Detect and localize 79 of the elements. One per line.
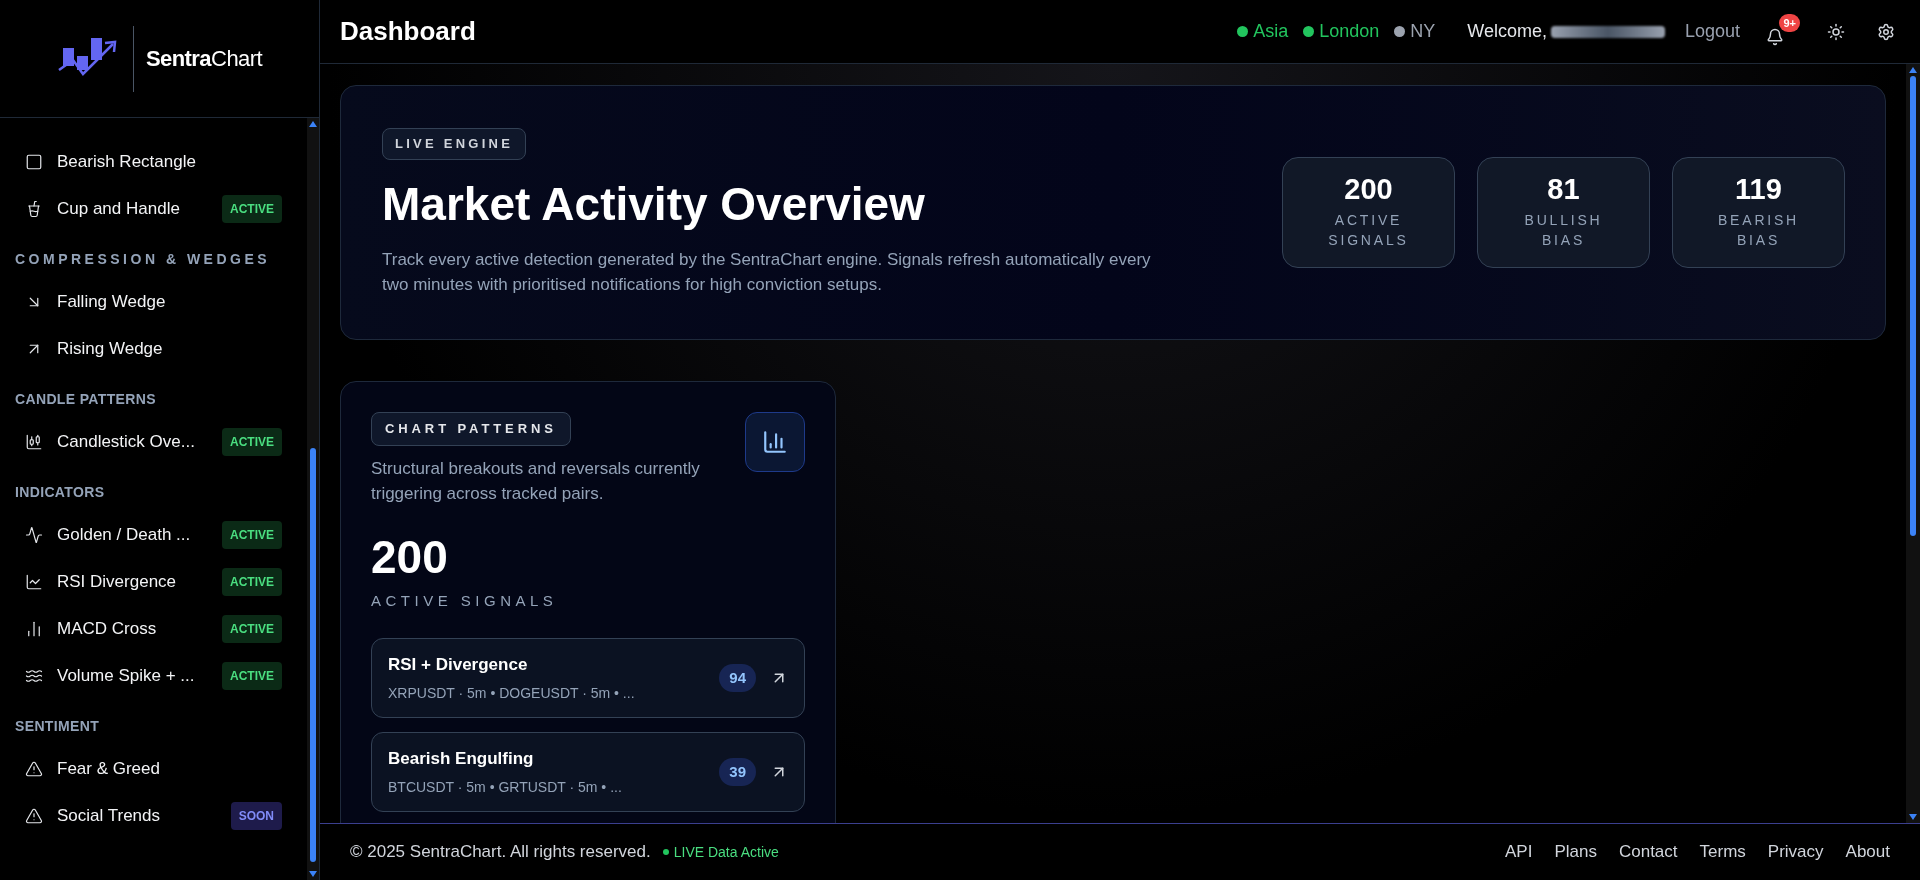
sun-icon bbox=[1827, 22, 1845, 41]
footer-link[interactable]: API bbox=[1505, 839, 1533, 865]
signal-row[interactable]: Bearish Engulfing BTCUSDT · 5m • GRTUSDT · 5m • ... 39 bbox=[371, 732, 805, 812]
sidebar-item[interactable]: MACD Cross ACTIVE bbox=[15, 605, 292, 652]
welcome-text: Welcome, bbox=[1467, 20, 1547, 43]
cup-icon bbox=[25, 199, 43, 218]
scroll-up-icon[interactable] bbox=[1909, 67, 1917, 73]
line-chart-icon bbox=[25, 572, 43, 591]
section-heading: CANDLE PATTERNS bbox=[15, 390, 156, 409]
signal-count-badge: 39 bbox=[719, 757, 756, 787]
session-label: London bbox=[1319, 20, 1380, 43]
session-label: Asia bbox=[1253, 20, 1289, 43]
settings-icon bbox=[1877, 22, 1895, 41]
sidebar-item[interactable]: RSI Divergence ACTIVE bbox=[15, 558, 292, 605]
stat-value: 119 bbox=[1735, 175, 1782, 204]
scroll-down-icon[interactable] bbox=[309, 871, 317, 877]
stat-label: BEARISH BIAS bbox=[1716, 211, 1801, 250]
signal-pairs: XRPUSDT · 5m • DOGEUSDT · 5m • ... bbox=[388, 684, 636, 704]
notification-count: 9+ bbox=[1779, 13, 1800, 32]
warning-icon bbox=[25, 806, 43, 825]
footer-link[interactable]: About bbox=[1845, 839, 1890, 865]
sidebar-item[interactable]: Candlestick Ove... ACTIVE bbox=[15, 418, 292, 465]
status-badge: ACTIVE bbox=[222, 520, 282, 549]
signal-row[interactable]: RSI + Divergence XRPUSDT · 5m • DOGEUSDT · 5m • ... 94 bbox=[371, 638, 805, 718]
chart-button[interactable] bbox=[745, 412, 805, 472]
status-badge: ACTIVE bbox=[222, 194, 282, 223]
brand-name: SentraChart bbox=[145, 45, 263, 73]
signal-count-badge: 94 bbox=[719, 663, 756, 693]
stat-value: 81 bbox=[1547, 175, 1580, 204]
live-status: LIVE Data Active bbox=[673, 842, 779, 862]
signal-pairs: BTCUSDT · 5m • GRTUSDT · 5m • ... bbox=[388, 778, 623, 798]
footer-link[interactable]: Contact bbox=[1618, 839, 1678, 865]
scrollbar-thumb[interactable] bbox=[1910, 76, 1916, 536]
section-heading: COMPRESSION & WEDGES bbox=[15, 250, 271, 269]
sidebar-item[interactable]: Volume Spike + ... ACTIVE bbox=[15, 652, 292, 699]
scrollbar-thumb[interactable] bbox=[310, 448, 316, 862]
sidebar-item[interactable]: Bearish Rectangle bbox=[15, 138, 292, 185]
status-badge: ACTIVE bbox=[222, 567, 282, 596]
hero-description: Track every active detection generated by the SentraChart engine. Signals refresh automatically every two minutes with prioritised notifications for high conviction setups. bbox=[382, 249, 1152, 296]
footer-link[interactable]: Privacy bbox=[1767, 839, 1824, 865]
warning-icon bbox=[25, 759, 43, 778]
sidebar-item[interactable]: Fear & Greed bbox=[15, 745, 292, 792]
signal-count: 200 bbox=[371, 533, 449, 580]
signal-name: Bearish Engulfing bbox=[388, 747, 535, 770]
scroll-down-icon[interactable] bbox=[1909, 814, 1917, 820]
sidebar-item[interactable]: Cup and Handle ACTIVE bbox=[15, 185, 292, 232]
footer-link[interactable]: Terms bbox=[1699, 839, 1746, 865]
live-engine-pill: LIVE ENGINE bbox=[382, 128, 527, 160]
chart-patterns-pill: CHART PATTERNS bbox=[371, 412, 571, 446]
page-title: Dashboard bbox=[340, 15, 476, 48]
status-badge: ACTIVE bbox=[222, 614, 282, 643]
card-description: Structural breakouts and reversals currently triggering across tracked pairs. bbox=[371, 457, 701, 505]
square-icon bbox=[25, 152, 43, 171]
sidebar-item[interactable]: Golden / Death ... ACTIVE bbox=[15, 511, 292, 558]
sidebar-item[interactable]: Falling Wedge bbox=[15, 278, 292, 325]
hero-heading: Market Activity Overview bbox=[382, 176, 925, 232]
section-heading: SENTIMENT bbox=[15, 717, 100, 736]
logout-link[interactable]: Logout bbox=[1684, 18, 1740, 45]
sidebar-item[interactable]: Social Trends SOON bbox=[15, 792, 292, 839]
sidebar-item[interactable]: Rising Wedge bbox=[15, 325, 292, 372]
signal-name: RSI + Divergence bbox=[388, 653, 529, 676]
signal-count-label: ACTIVE SIGNALS bbox=[371, 590, 559, 611]
pulse-icon bbox=[25, 525, 43, 544]
status-badge: ACTIVE bbox=[222, 427, 282, 456]
bell-icon bbox=[1766, 27, 1784, 46]
status-badge: ACTIVE bbox=[222, 661, 282, 690]
bar-chart-icon bbox=[762, 429, 788, 455]
notifications-button[interactable]: 9+ bbox=[1760, 11, 1800, 52]
stat-label: BULLISH BIAS bbox=[1523, 211, 1604, 250]
bar-chart-icon bbox=[25, 619, 43, 638]
stat-value: 200 bbox=[1344, 175, 1393, 204]
status-badge: SOON bbox=[230, 801, 282, 830]
candlestick-icon bbox=[25, 432, 43, 451]
session-label: NY bbox=[1410, 20, 1436, 43]
copyright-text: © 2025 SentraChart. All rights reserved. bbox=[350, 841, 651, 864]
stat-label: ACTIVE SIGNALS bbox=[1327, 211, 1410, 250]
scroll-up-icon[interactable] bbox=[309, 121, 317, 127]
section-heading: INDICATORS bbox=[15, 483, 105, 502]
footer-link[interactable]: Plans bbox=[1554, 839, 1597, 865]
